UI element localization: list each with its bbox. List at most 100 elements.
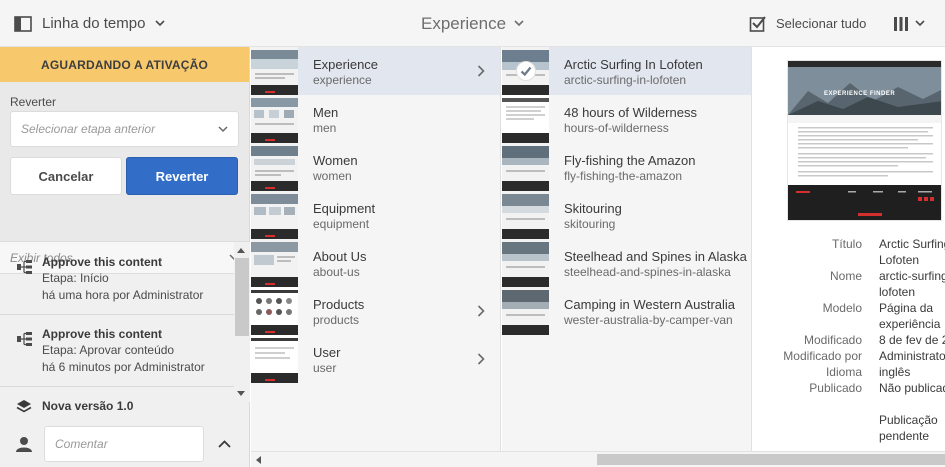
cancel-button[interactable]: Cancelar (10, 157, 122, 195)
timeline-item-step: Etapa: Início (42, 271, 109, 285)
version-label: Nova versão 1.0 (42, 399, 134, 413)
meta-name-value-1: arctic-surfing- (879, 269, 945, 283)
column-item-arctic-surfing[interactable]: Arctic Surfing In Lofoten arctic-surfing… (502, 47, 751, 95)
previous-step-placeholder: Selecionar etapa anterior (21, 122, 156, 136)
page-thumbnail (251, 95, 298, 143)
page-thumbnail (251, 47, 298, 95)
rail-switcher[interactable]: Linha do tempo (14, 0, 165, 47)
chevron-right-icon[interactable] (477, 353, 485, 365)
chevron-right-icon[interactable] (477, 65, 485, 77)
meta-modified-by-value: Administrator (879, 349, 945, 363)
item-name: fly-fishing-the-amazon (564, 169, 683, 183)
item-name: experience (313, 73, 372, 87)
column-item-equipment[interactable]: Equipment equipment (251, 191, 500, 239)
meta-name-value-2: lofoten (879, 285, 916, 299)
item-title: Experience (313, 57, 379, 72)
item-name: about-us (313, 265, 360, 279)
previous-step-select[interactable]: Selecionar etapa anterior (10, 111, 239, 147)
meta-published-label: Publicado (809, 381, 862, 395)
revert-label: Reverter (10, 95, 57, 109)
selected-check[interactable] (516, 61, 536, 81)
meta-pending-1: Publicação (879, 413, 938, 427)
column-item-skitouring[interactable]: Skitouring skitouring (502, 191, 751, 239)
comment-row: Comentar (0, 420, 250, 467)
column-item-products[interactable]: Products products (251, 287, 500, 335)
column-item-about-us[interactable]: About Us about-us (251, 239, 500, 287)
checkmark-icon (520, 66, 532, 77)
column-view-icon[interactable] (893, 16, 909, 32)
item-name: steelhead-and-spines-in-alaska (564, 265, 731, 279)
column-site-root: Experience experience Men men Women wome… (251, 47, 501, 451)
timeline-item-time: há 6 minutos por Administrator (42, 360, 205, 374)
meta-modified-by-label: Modificado por (783, 349, 862, 363)
meta-modified-label: Modificado (803, 333, 862, 347)
revert-button[interactable]: Reverter (126, 157, 238, 195)
scroll-thumb[interactable] (235, 258, 249, 336)
timeline-item-title: Approve this content (42, 255, 163, 269)
chevron-down-icon[interactable] (155, 20, 165, 27)
item-title: Products (313, 297, 365, 312)
column-item-women[interactable]: Women women (251, 143, 500, 191)
item-title: Skitouring (564, 201, 622, 216)
column-item-men[interactable]: Men men (251, 95, 500, 143)
select-all-button[interactable]: Selecionar tudo (749, 0, 866, 47)
page-thumbnail (502, 95, 549, 143)
chevron-right-icon[interactable] (477, 305, 485, 317)
meta-published-value: Não publicado (879, 381, 945, 395)
item-name: skitouring (564, 217, 616, 231)
chevron-down-icon[interactable] (514, 20, 524, 27)
breadcrumb-title[interactable]: Experience (421, 14, 506, 34)
rail-toggle-icon[interactable] (14, 15, 32, 32)
item-title: User (313, 345, 341, 360)
scroll-up-arrow[interactable] (237, 248, 245, 253)
meta-template-value-1: Página da (879, 301, 934, 315)
item-name: arctic-surfing-in-lofoten (564, 73, 687, 87)
layers-icon (16, 400, 32, 413)
meta-pending-2: pendente (879, 429, 930, 443)
chevron-down-icon (218, 125, 228, 132)
select-all-label[interactable]: Selecionar tudo (776, 16, 866, 31)
page-thumbnail (502, 287, 549, 335)
divider (0, 314, 234, 315)
item-name: women (313, 169, 352, 183)
checkbox-icon[interactable] (749, 15, 767, 33)
revert-panel: Reverter Selecionar etapa anterior Cance… (0, 82, 249, 242)
meta-language-value: inglês (879, 365, 911, 379)
timeline-item-title: Approve this content (42, 327, 163, 341)
page-thumbnail (502, 47, 549, 95)
column-item-wilderness[interactable]: 48 hours of Wilderness hours-of-wilderne… (502, 95, 751, 143)
column-item-camping[interactable]: Camping in Western Australia wester-aust… (502, 287, 751, 335)
comment-input[interactable]: Comentar (44, 425, 204, 462)
item-name: hours-of-wilderness (564, 121, 669, 135)
timeline-list: Approve this content Etapa: Início há um… (0, 242, 250, 392)
timeline-rail: AGUARDANDO A ATIVAÇÃO Reverter Seleciona… (0, 47, 250, 467)
item-title: About Us (313, 249, 367, 264)
column-item-user[interactable]: User user (251, 335, 500, 383)
page-thumbnail (502, 239, 549, 287)
meta-title-label: Título (831, 237, 862, 251)
horizontal-scrollbar[interactable] (251, 451, 945, 467)
page-thumbnail (502, 143, 549, 191)
column-item-steelhead[interactable]: Steelhead and Spines in Alaska steelhead… (502, 239, 751, 287)
view-switcher[interactable] (893, 0, 925, 47)
scroll-left-arrow[interactable] (256, 456, 261, 464)
column-item-fly-fishing[interactable]: Fly-fishing the Amazon fly-fishing-the-a… (502, 143, 751, 191)
meta-language-label: Idioma (825, 365, 862, 379)
column-item-experience[interactable]: Experience experience (251, 47, 500, 95)
horizontal-scroll-thumb[interactable] (597, 454, 945, 465)
item-title: Camping in Western Australia (564, 297, 736, 312)
meta-template-label: Modelo (822, 301, 862, 315)
preview-panel: EXPERIENCE FINDER Título Arctic Surfing … (753, 47, 945, 451)
workflow-icon (17, 260, 32, 274)
chevron-down-icon[interactable] (915, 20, 925, 27)
preview-hero-text: EXPERIENCE FINDER (824, 91, 896, 97)
timeline-scrollbar[interactable] (234, 242, 250, 402)
item-name: men (313, 121, 337, 135)
timeline-item-time: há uma hora por Administrator (42, 288, 204, 302)
rail-title[interactable]: Linha do tempo (42, 15, 145, 32)
chevron-up-icon[interactable] (218, 439, 231, 448)
item-title: Equipment (313, 201, 376, 216)
meta-template-value-2: experiência (879, 317, 941, 331)
timeline-version-item[interactable]: Nova versão 1.0 (0, 394, 250, 418)
breadcrumb[interactable]: Experience (421, 0, 524, 47)
